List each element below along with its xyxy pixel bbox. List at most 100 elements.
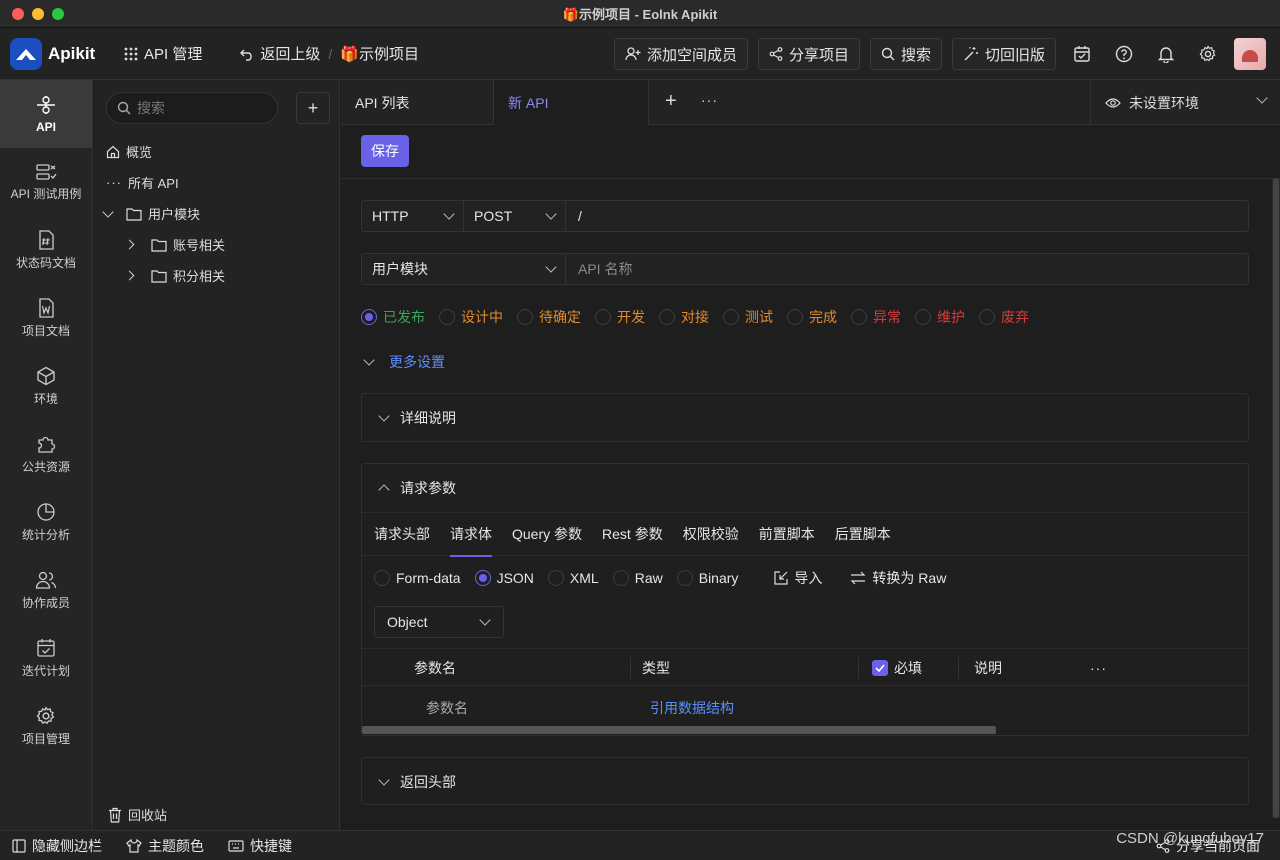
nav-item-label: API 测试用例 xyxy=(10,186,82,201)
vertical-scrollbar[interactable] xyxy=(1272,178,1280,818)
column-divider xyxy=(858,657,859,679)
tree-group-user-module[interactable]: 用户模块 xyxy=(102,204,200,223)
url-path-input[interactable]: / xyxy=(566,208,582,224)
api-name-input[interactable]: API 名称 xyxy=(566,259,632,279)
status-option[interactable]: 完成 xyxy=(787,307,837,327)
nav-item-api-test-cases[interactable]: API 测试用例 xyxy=(0,148,92,216)
subtab-headers[interactable]: 请求头部 xyxy=(374,524,430,544)
zoom-window-button[interactable] xyxy=(52,8,64,20)
import-button[interactable]: 导入 xyxy=(774,568,822,588)
search-button[interactable]: 搜索 xyxy=(869,38,942,70)
nav-item-members[interactable]: 协作成员 xyxy=(0,556,92,624)
calendar-button[interactable] xyxy=(1066,38,1098,70)
add-member-button[interactable]: 添加空间成员 xyxy=(613,38,748,70)
nav-item-project-management[interactable]: 项目管理 xyxy=(0,692,92,760)
subtab-body[interactable]: 请求体 xyxy=(450,524,492,557)
nav-item-project-docs[interactable]: 项目文档 xyxy=(0,284,92,352)
nav-item-public-resources[interactable]: 公共资源 xyxy=(0,420,92,488)
status-option[interactable]: 废弃 xyxy=(979,307,1029,327)
panel-title: 返回头部 xyxy=(400,774,456,790)
status-label: 设计中 xyxy=(461,309,503,325)
method-select[interactable]: POST xyxy=(464,201,566,231)
group-select[interactable]: 用户模块 xyxy=(362,254,566,284)
folder-icon xyxy=(151,269,167,283)
switch-old-version-button[interactable]: 切回旧版 xyxy=(951,38,1056,70)
tree-folder-points[interactable]: 积分相关 xyxy=(124,266,225,285)
status-label: 完成 xyxy=(809,309,837,325)
nav-item-environment[interactable]: 环境 xyxy=(0,352,92,420)
more-tabs-icon[interactable]: ··· xyxy=(701,92,718,108)
body-type-option[interactable]: Raw xyxy=(612,570,663,586)
status-option[interactable]: 开发 xyxy=(595,307,645,327)
notifications-button[interactable] xyxy=(1150,38,1182,70)
convert-raw-button[interactable]: 转换为 Raw xyxy=(850,568,946,588)
protocol-select[interactable]: HTTP xyxy=(362,201,464,231)
close-window-button[interactable] xyxy=(12,8,24,20)
status-option[interactable]: 设计中 xyxy=(439,307,503,327)
grid-icon xyxy=(124,47,138,60)
tree-item-overview[interactable]: 概览 xyxy=(106,142,152,161)
help-button[interactable] xyxy=(1108,38,1140,70)
th-required[interactable]: 必填 xyxy=(872,649,922,687)
tree-item-all-api[interactable]: ··· 所有 API xyxy=(106,173,179,192)
subtab-query[interactable]: Query 参数 xyxy=(512,524,582,544)
minimize-window-button[interactable] xyxy=(32,8,44,20)
add-member-label: 添加空间成员 xyxy=(646,46,737,64)
project-breadcrumb[interactable]: 🎁示例项目 xyxy=(340,43,419,64)
add-api-button[interactable]: + xyxy=(296,92,330,124)
save-button[interactable]: 保存 xyxy=(361,135,409,167)
radio-icon xyxy=(612,570,629,586)
subtab-auth[interactable]: 权限校验 xyxy=(683,524,739,544)
horizontal-scrollbar[interactable] xyxy=(362,726,996,734)
tab-api-list[interactable]: API 列表 xyxy=(341,80,494,125)
body-type-option[interactable]: JSON xyxy=(474,570,534,586)
tree-search-input[interactable]: 搜索 xyxy=(106,92,278,124)
more-settings-toggle[interactable]: 更多设置 xyxy=(363,352,445,372)
trash-button[interactable]: 回收站 xyxy=(108,805,167,824)
status-option[interactable]: 已发布 xyxy=(361,307,425,327)
window-title: 🎁示例项目 - Eolnk Apikit xyxy=(562,7,718,22)
shortcuts-button[interactable]: 快捷键 xyxy=(228,836,292,856)
status-option[interactable]: 异常 xyxy=(851,307,901,327)
column-divider xyxy=(958,657,959,679)
status-option[interactable]: 对接 xyxy=(659,307,709,327)
root-type-select[interactable]: Object xyxy=(374,606,504,638)
detail-panel-header[interactable]: 详细说明 xyxy=(362,394,1248,442)
subtab-rest[interactable]: Rest 参数 xyxy=(602,524,663,544)
response-header-panel-header[interactable]: 返回头部 xyxy=(362,758,1248,806)
share-project-button[interactable]: 分享项目 xyxy=(757,38,860,70)
ref-structure-link[interactable]: 引用数据结构 xyxy=(650,698,734,718)
save-toolbar: 保存 xyxy=(341,125,1280,179)
status-option[interactable]: 测试 xyxy=(723,307,773,327)
request-params-header[interactable]: 请求参数 xyxy=(362,464,1248,512)
settings-button[interactable] xyxy=(1192,38,1224,70)
share-icon xyxy=(769,47,783,61)
param-name-input[interactable]: 参数名 xyxy=(426,698,468,718)
body-type-option[interactable]: Form-data xyxy=(374,570,461,586)
nav-item-iteration-plan[interactable]: 迭代计划 xyxy=(0,624,92,692)
api-manage-menu[interactable]: API 管理 xyxy=(124,43,202,64)
add-tab-button[interactable]: + xyxy=(665,91,677,111)
avatar[interactable] xyxy=(1234,38,1266,70)
theme-color-button[interactable]: 主题颜色 xyxy=(126,836,204,856)
status-option[interactable]: 待确定 xyxy=(517,307,581,327)
environment-select[interactable]: 未设置环境 xyxy=(1090,80,1280,125)
body-type-option[interactable]: Binary xyxy=(676,570,738,586)
tab-new-api[interactable]: 新 API xyxy=(494,80,649,125)
status-option[interactable]: 维护 xyxy=(915,307,965,327)
body-type-option[interactable]: XML xyxy=(547,570,599,586)
environment-label: 未设置环境 xyxy=(1129,94,1199,111)
window-controls[interactable] xyxy=(12,8,64,20)
nav-item-statistics[interactable]: 统计分析 xyxy=(0,488,92,556)
test-case-icon xyxy=(36,163,57,180)
hide-sidebar-button[interactable]: 隐藏侧边栏 xyxy=(12,836,102,856)
subtab-post-script[interactable]: 后置脚本 xyxy=(835,524,891,544)
nav-item-api[interactable]: API xyxy=(0,80,92,148)
subtab-pre-script[interactable]: 前置脚本 xyxy=(759,524,815,544)
tree-folder-account[interactable]: 账号相关 xyxy=(124,235,225,254)
app-logo[interactable]: Apikit xyxy=(10,37,100,70)
tab-label: 新 API xyxy=(508,94,549,111)
back-button[interactable]: 返回上级 xyxy=(240,43,320,64)
nav-item-status-codes[interactable]: 状态码文档 xyxy=(0,216,92,284)
th-more[interactable]: ··· xyxy=(1090,649,1107,687)
